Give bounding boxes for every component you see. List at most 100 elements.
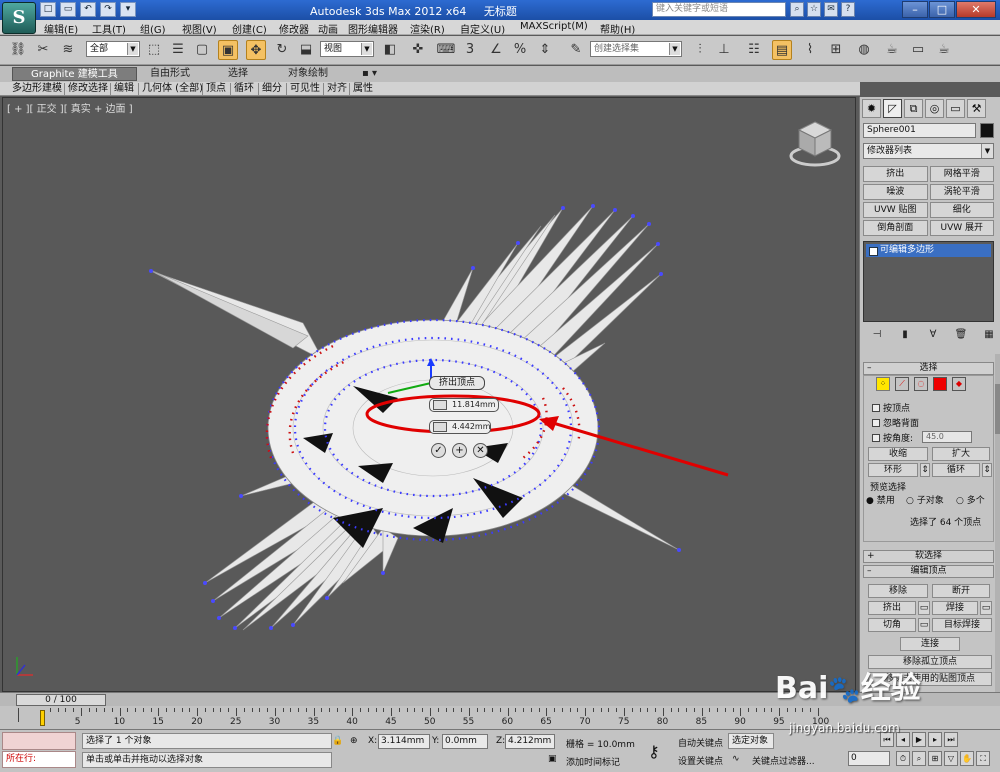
render-production-icon[interactable]: ☕ — [934, 40, 954, 60]
connect-button[interactable]: 连接 — [900, 637, 960, 651]
percent-snap-icon[interactable]: % — [510, 40, 530, 60]
angle-spinner[interactable]: 45.0 — [922, 431, 972, 443]
menu-animation[interactable]: 动画 — [318, 21, 338, 36]
maximize-viewport-icon[interactable]: ⛶ — [976, 751, 990, 766]
pin-stack-icon[interactable]: ⊣ — [870, 328, 884, 342]
material-editor-icon[interactable]: ◍ — [854, 40, 874, 60]
modifier-tessellate-button[interactable]: 细化 — [929, 202, 994, 218]
ribbon-edit[interactable]: 编辑 — [114, 83, 134, 95]
angle-snap-icon[interactable]: ∠ — [486, 40, 506, 60]
vertex-level-icon[interactable]: ⁘ — [876, 377, 890, 391]
pivot-center-icon[interactable]: ◧ — [380, 40, 400, 60]
remove-button[interactable]: 移除 — [868, 584, 928, 598]
show-end-result-icon[interactable]: ▮ — [898, 328, 912, 342]
ribbon-visibility[interactable]: 可见性 — [290, 83, 320, 95]
by-angle-checkbox[interactable]: 按角度: — [872, 431, 913, 444]
absolute-mode-icon[interactable]: ⊕ — [350, 736, 358, 746]
rendered-frame-icon[interactable]: ▭ — [908, 40, 928, 60]
mirror-icon[interactable]: ⫶ — [690, 40, 710, 60]
select-manipulate-icon[interactable]: ✜ — [408, 40, 428, 60]
modifier-turbosmooth-button[interactable]: 涡轮平滑 — [929, 184, 994, 200]
lock-selection-icon[interactable]: 🔒 — [332, 736, 343, 746]
select-object-icon[interactable]: ⬚ — [144, 40, 164, 60]
spinner-snap-icon[interactable]: ⇕ — [535, 40, 555, 60]
open-file-icon[interactable]: ▭ — [60, 2, 76, 17]
key-icon[interactable]: ⚷ — [648, 742, 660, 761]
keyboard-shortcut-override-icon[interactable]: ⌨ — [436, 40, 456, 60]
edge-level-icon[interactable]: ⟋ — [895, 377, 909, 391]
help-search-input[interactable]: 键入关键字或短语 — [652, 2, 786, 17]
reference-coordinate-dropdown[interactable]: 视图 ▼ — [320, 41, 374, 57]
binoculars-icon[interactable]: ⌕ — [790, 2, 804, 17]
subscription-icon[interactable]: ☆ — [807, 2, 821, 17]
select-by-name-icon[interactable]: ☰ — [168, 40, 188, 60]
minimize-button[interactable]: – — [902, 1, 928, 18]
extrude-button[interactable]: 挤出 — [868, 601, 916, 615]
next-frame-icon[interactable]: ▸ — [928, 732, 942, 747]
menu-views[interactable]: 视图(V) — [182, 21, 217, 36]
ribbon-vertices[interactable]: 顶点 — [206, 83, 226, 95]
caddy-ok-button[interactable]: ✓ — [431, 443, 446, 458]
object-name-field[interactable]: Sphere001 — [863, 123, 976, 138]
modifier-bevel-profile-button[interactable]: 倒角剖面 — [863, 220, 928, 236]
ribbon-loops[interactable]: 循环 — [234, 83, 254, 95]
soft-selection-rollout-header[interactable]: + 软选择 — [863, 550, 994, 563]
edit-named-selection-icon[interactable]: ✎ — [566, 40, 586, 60]
chamfer-settings-icon[interactable]: ▭ — [918, 618, 930, 632]
polygon-level-icon[interactable] — [933, 377, 947, 391]
link-icon[interactable]: ⛓ — [8, 40, 28, 60]
object-color-swatch[interactable] — [980, 123, 994, 138]
selection-rollout-header[interactable]: – 选择 — [863, 362, 994, 375]
tab-selection[interactable]: 选择 — [228, 67, 248, 81]
ribbon-geometry-all[interactable]: 几何体 (全部) — [142, 83, 203, 95]
play-icon[interactable]: ▶ — [912, 732, 926, 747]
hierarchy-tab-icon[interactable]: ⧉ — [904, 99, 923, 118]
layer-manager-icon[interactable]: ☷ — [744, 40, 764, 60]
rectangular-selection-icon[interactable]: ▢ — [192, 40, 212, 60]
create-tab-icon[interactable]: ✹ — [862, 99, 881, 118]
perspective-viewport[interactable]: [ + ][ 正交 ][ 真实 + 边面 ] 挤出顶点 11.814mm 4.4… — [2, 97, 856, 692]
go-to-end-icon[interactable]: ⏭ — [944, 732, 958, 747]
select-and-scale-icon[interactable]: ⬓ — [296, 40, 316, 60]
current-frame-marker[interactable] — [40, 710, 45, 726]
menu-graph-editors[interactable]: 图形编辑器 — [348, 21, 398, 36]
selection-filter-dropdown[interactable]: 全部 ▼ — [86, 41, 140, 57]
time-slider-thumb[interactable]: 0 / 100 — [16, 694, 106, 706]
undo-icon[interactable]: ↶ — [80, 2, 96, 17]
modifier-meshsmooth-button[interactable]: 网格平滑 — [929, 166, 994, 182]
zoom-icon[interactable]: ⌕ — [912, 751, 926, 766]
remove-modifier-icon[interactable]: 🗑 — [954, 328, 968, 342]
menu-group[interactable]: 组(G) — [140, 21, 166, 36]
menu-modifiers[interactable]: 修改器 — [279, 21, 309, 36]
extrude-settings-icon[interactable]: ▭ — [918, 601, 930, 615]
caddy-apply-button[interactable]: + — [452, 443, 467, 458]
zoom-all-icon[interactable]: ⊞ — [928, 751, 942, 766]
menu-edit[interactable]: 编辑(E) — [44, 21, 78, 36]
menu-tools[interactable]: 工具(T) — [92, 21, 126, 36]
communication-icon[interactable]: ✉ — [824, 2, 838, 17]
tab-graphite-modeling[interactable]: Graphite 建模工具 — [12, 67, 137, 81]
preview-multi-radio[interactable]: ○ 多个 — [956, 493, 985, 506]
loop-button[interactable]: 循环 — [932, 463, 980, 477]
auto-key-button[interactable]: 自动关键点 — [678, 736, 723, 749]
y-coordinate-field[interactable]: 0.0mm — [442, 734, 488, 749]
tab-freeform[interactable]: 自由形式 — [150, 67, 190, 81]
set-key-button[interactable]: 设置关键点 — [678, 754, 723, 767]
align-icon[interactable]: ⊥ — [714, 40, 734, 60]
ribbon-align[interactable]: 对齐 — [327, 83, 347, 95]
menu-maxscript[interactable]: MAXScript(M) — [520, 21, 588, 32]
snaps-toggle-icon[interactable]: 3 — [460, 40, 480, 60]
preview-disabled-radio[interactable]: ● 禁用 — [866, 493, 895, 506]
ring-spinner[interactable]: ⇕ — [920, 463, 930, 477]
modifier-noise-button[interactable]: 噪波 — [863, 184, 928, 200]
graphite-toggle-icon[interactable]: ▤ — [772, 40, 792, 60]
x-coordinate-field[interactable]: 3.114mm — [378, 734, 430, 749]
preview-subobject-radio[interactable]: ○ 子对象 — [906, 493, 944, 506]
modifier-list-dropdown[interactable]: 修改器列表 ▼ — [863, 143, 994, 159]
spiked-sphere-mesh[interactable] — [3, 98, 856, 692]
ribbon-polygon-modeling[interactable]: 多边形建模 — [12, 83, 62, 95]
current-frame-field[interactable]: 0 — [848, 751, 890, 766]
named-selection-dropdown[interactable]: 创建选择集 ▼ — [590, 41, 682, 57]
modifier-uvw-map-button[interactable]: UVW 贴图 — [863, 202, 928, 218]
app-logo-button[interactable]: S — [2, 2, 36, 34]
